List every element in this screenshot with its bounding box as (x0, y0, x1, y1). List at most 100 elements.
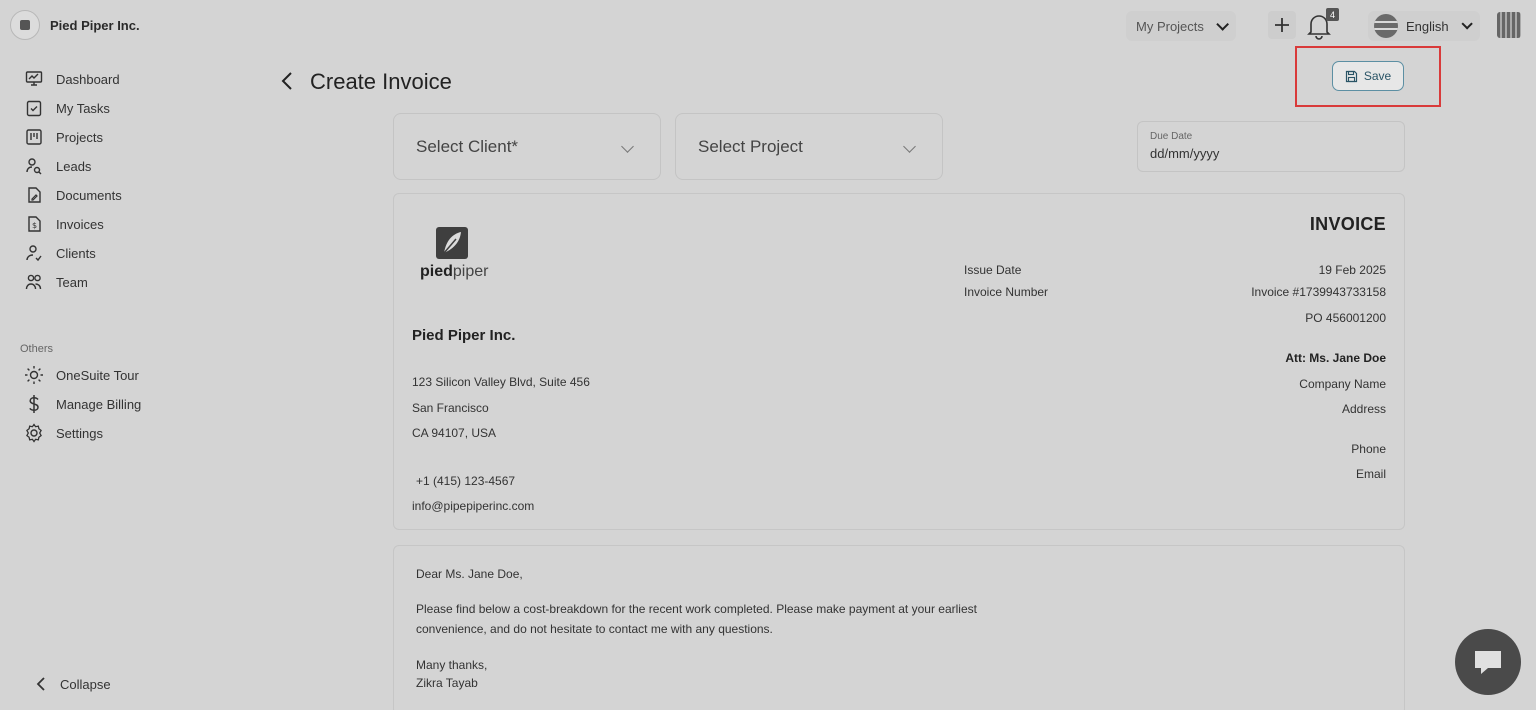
po-number: PO 456001200 (1305, 311, 1386, 325)
sidebar-item-dashboard[interactable]: Dashboard (24, 68, 120, 90)
recipient-email: Email (1355, 467, 1386, 481)
letter-body-line1: Please find below a cost-breakdown for t… (416, 602, 977, 616)
sidebar-item-label: Projects (56, 129, 103, 145)
chevron-down-icon (1216, 17, 1229, 31)
sidebar-item-label: Manage Billing (56, 396, 142, 412)
sidebar-item-leads[interactable]: Leads (24, 155, 91, 177)
add-button[interactable] (1268, 11, 1296, 39)
sidebar-item-my-tasks[interactable]: My Tasks (24, 97, 110, 119)
letter-body-line2: convenience, and do not hesitate to cont… (416, 622, 773, 636)
sidebar-item-team[interactable]: Team (24, 271, 88, 293)
projects-icon (24, 127, 44, 147)
due-date-value: dd/mm/yyyy (1150, 146, 1220, 161)
letter-greeting: Dear Ms. Jane Doe, (416, 567, 523, 581)
sender-city: San Francisco (412, 401, 489, 415)
invoice-number-value: Invoice #1739943733158 (1251, 285, 1386, 299)
sender-phone: +1 (415) 123-4567 (416, 474, 516, 488)
gear-icon (24, 423, 44, 443)
issue-date-value: 19 Feb 2025 (1318, 263, 1386, 277)
my-projects-label: My Projects (1136, 18, 1204, 34)
back-button[interactable] (280, 68, 298, 94)
page-title: Create Invoice (310, 69, 452, 94)
due-date-field[interactable]: Due Date dd/mm/yyyy (1137, 121, 1405, 172)
due-date-label: Due Date (1150, 131, 1193, 142)
save-label: Save (1363, 69, 1392, 83)
letter-signature: Zikra Tayab (416, 676, 478, 690)
my-projects-dropdown[interactable]: My Projects (1126, 11, 1236, 41)
documents-icon (24, 185, 44, 205)
dollar-icon (24, 394, 44, 414)
letter-closing: Many thanks, (416, 658, 488, 672)
logo-text-light: piper (452, 263, 489, 280)
sender-company-name: Pied Piper Inc. (412, 327, 516, 344)
select-project-dropdown[interactable]: Select Project (675, 113, 943, 180)
others-section-label: Others (20, 343, 54, 355)
sidebar-item-label: Leads (56, 158, 92, 174)
sidebar-item-manage-billing[interactable]: Manage Billing (24, 393, 141, 415)
chevron-down-icon (1461, 18, 1473, 30)
top-bar: Pied Piper Inc. My Projects 4 English (0, 0, 1536, 52)
sidebar-item-onesuite-tour[interactable]: OneSuite Tour (24, 364, 139, 386)
invoice-card (393, 193, 1405, 530)
clients-icon (24, 243, 44, 263)
chevron-left-icon (281, 72, 292, 90)
logo-text-bold: pied (420, 263, 453, 280)
notifications-button[interactable]: 4 (1306, 8, 1340, 42)
notification-badge: 4 (1326, 8, 1339, 21)
sidebar-item-label: Invoices (56, 216, 104, 232)
select-project-placeholder: Select Project (698, 136, 803, 156)
invoice-heading: INVOICE (1309, 214, 1386, 234)
sidebar-item-label: My Tasks (56, 100, 110, 116)
recipient-company: Company Name (1299, 377, 1386, 391)
chat-bubble-icon (1475, 651, 1501, 674)
sidebar-item-label: Team (56, 274, 88, 290)
recipient-address: Address (1341, 402, 1386, 416)
sender-address-line1: 123 Silicon Valley Blvd, Suite 456 (412, 375, 590, 389)
org-logo (10, 10, 40, 40)
recipient-attention: Att: Ms. Jane Doe (1285, 351, 1386, 365)
svg-text:$: $ (32, 221, 37, 230)
recipient-phone: Phone (1351, 442, 1386, 456)
sidebar: Dashboard My Tasks Projects Leads Docume… (0, 60, 250, 710)
invoice-number-label: Invoice Number (964, 285, 1049, 299)
sun-icon (24, 365, 44, 385)
select-client-dropdown[interactable]: Select Client* (393, 113, 661, 180)
team-icon (24, 272, 44, 292)
language-label: English (1406, 18, 1449, 34)
collapse-sidebar-button[interactable]: Collapse (36, 676, 111, 692)
invoices-icon: $ (24, 214, 44, 234)
select-client-placeholder: Select Client* (416, 136, 519, 156)
sidebar-item-label: Clients (56, 245, 96, 261)
chat-button[interactable] (1455, 629, 1521, 695)
chevron-down-icon (621, 140, 634, 153)
org-name: Pied Piper Inc. (50, 17, 140, 33)
sidebar-item-projects[interactable]: Projects (24, 126, 103, 148)
collapse-label: Collapse (60, 676, 111, 692)
sidebar-item-settings[interactable]: Settings (24, 422, 103, 444)
chevron-left-icon (36, 677, 45, 691)
sidebar-item-label: Settings (56, 425, 103, 441)
language-flag-icon (1374, 14, 1398, 38)
company-logo-text: piedpiper (420, 263, 488, 281)
sidebar-item-label: OneSuite Tour (56, 367, 139, 383)
user-avatar[interactable] (1497, 12, 1521, 38)
leads-icon (24, 156, 44, 176)
sidebar-item-invoices[interactable]: $ Invoices (24, 213, 104, 235)
sender-state-zip: CA 94107, USA (412, 426, 497, 440)
language-dropdown[interactable]: English (1368, 11, 1480, 41)
sidebar-item-clients[interactable]: Clients (24, 242, 96, 264)
sender-email: info@pipepiperinc.com (412, 499, 535, 513)
cover-letter-card[interactable]: Dear Ms. Jane Doe, Please find below a c… (393, 545, 1405, 710)
plus-icon (1275, 18, 1289, 32)
sidebar-item-label: Documents (56, 187, 122, 203)
floppy-disk-icon (1345, 70, 1357, 82)
org-switcher[interactable]: Pied Piper Inc. (10, 10, 140, 40)
piedpiper-logo-icon (436, 227, 468, 259)
dashboard-icon (24, 69, 44, 89)
save-button[interactable]: Save (1332, 61, 1404, 91)
tasks-icon (24, 98, 44, 118)
sidebar-item-label: Dashboard (56, 71, 120, 87)
sidebar-item-documents[interactable]: Documents (24, 184, 122, 206)
issue-date-label: Issue Date (964, 263, 1022, 277)
chevron-down-icon (903, 140, 916, 153)
